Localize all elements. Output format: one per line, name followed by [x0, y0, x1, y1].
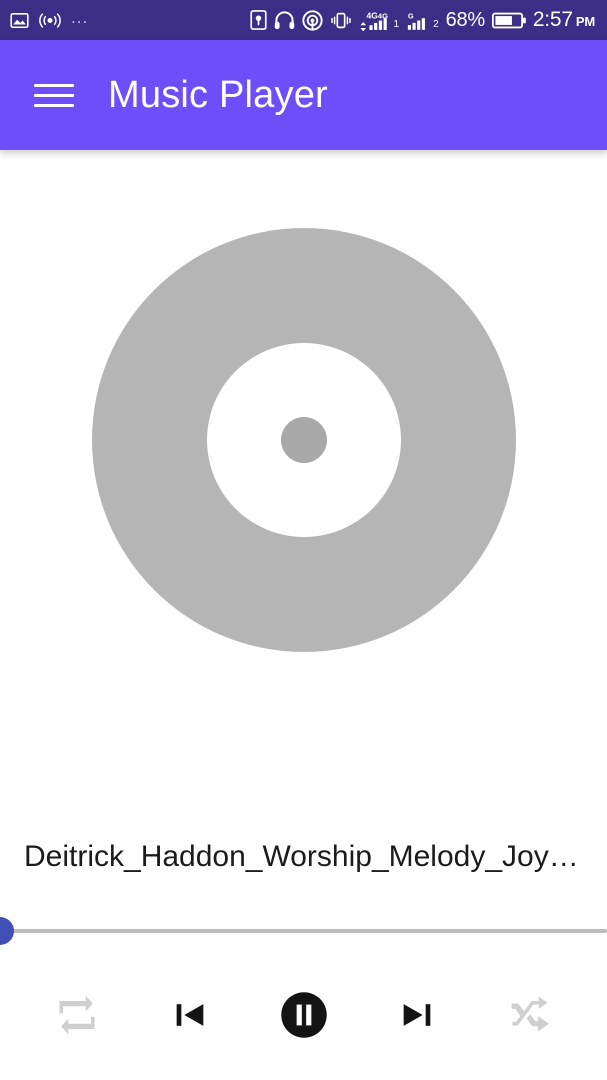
svg-text:4G: 4G: [366, 10, 378, 20]
battery-icon: [491, 11, 526, 30]
seek-bar-thumb[interactable]: [0, 917, 14, 945]
music-player-screen: ... 4G 4G 1 G 2 68% 2:57 PM Music Player…: [0, 0, 607, 1080]
play-pause-button[interactable]: [273, 984, 335, 1046]
sim1-label: 1: [393, 18, 400, 30]
playback-controls: [0, 984, 607, 1080]
seek-bar-track: [0, 929, 607, 933]
hamburger-icon[interactable]: [34, 80, 74, 110]
hamburger-bar: [34, 83, 74, 87]
battery-percent-label: 68%: [445, 8, 485, 31]
next-button[interactable]: [386, 984, 448, 1046]
signal-sim1: 4G 4G 1: [359, 10, 400, 31]
repeat-button[interactable]: [46, 984, 108, 1046]
clock-meridiem: PM: [575, 14, 595, 29]
album-art-disc-hole: [206, 343, 401, 537]
more-notifications-icon: ...: [71, 8, 89, 27]
signal-sim2: G 2: [406, 10, 439, 31]
clock-time: 2:57: [532, 8, 573, 31]
album-art-disc-pin: [280, 417, 327, 463]
image-icon: [10, 11, 29, 30]
status-bar: ... 4G 4G 1 G 2 68% 2:57 PM: [0, 0, 607, 40]
hamburger-bar: [34, 93, 74, 97]
page-title: Music Player: [108, 73, 328, 116]
svg-text:G: G: [408, 11, 414, 20]
hamburger-bar: [34, 103, 74, 107]
album-art-disc: [91, 228, 516, 652]
track-title: Deitrick_Haddon_Worship_Melody_Joy…: [24, 840, 579, 873]
status-bar-left: ...: [10, 9, 88, 31]
album-art-area: [0, 150, 607, 840]
sim2-label: 2: [433, 18, 439, 30]
player-body: Deitrick_Haddon_Worship_Melody_Joy…: [0, 150, 607, 1080]
shuffle-button[interactable]: [499, 984, 561, 1046]
hotspot-icon: [39, 11, 61, 30]
clock: 2:57 PM: [533, 8, 595, 32]
vibrate-icon: [330, 11, 352, 30]
app-bar: Music Player: [0, 40, 607, 150]
seek-bar[interactable]: [0, 916, 607, 946]
previous-button[interactable]: [159, 984, 221, 1046]
headphones-icon: [274, 10, 295, 30]
id-badge-icon: [249, 10, 267, 30]
status-bar-right: 4G 4G 1 G 2 68% 2:57 PM: [249, 8, 595, 32]
location-icon: [301, 9, 323, 31]
